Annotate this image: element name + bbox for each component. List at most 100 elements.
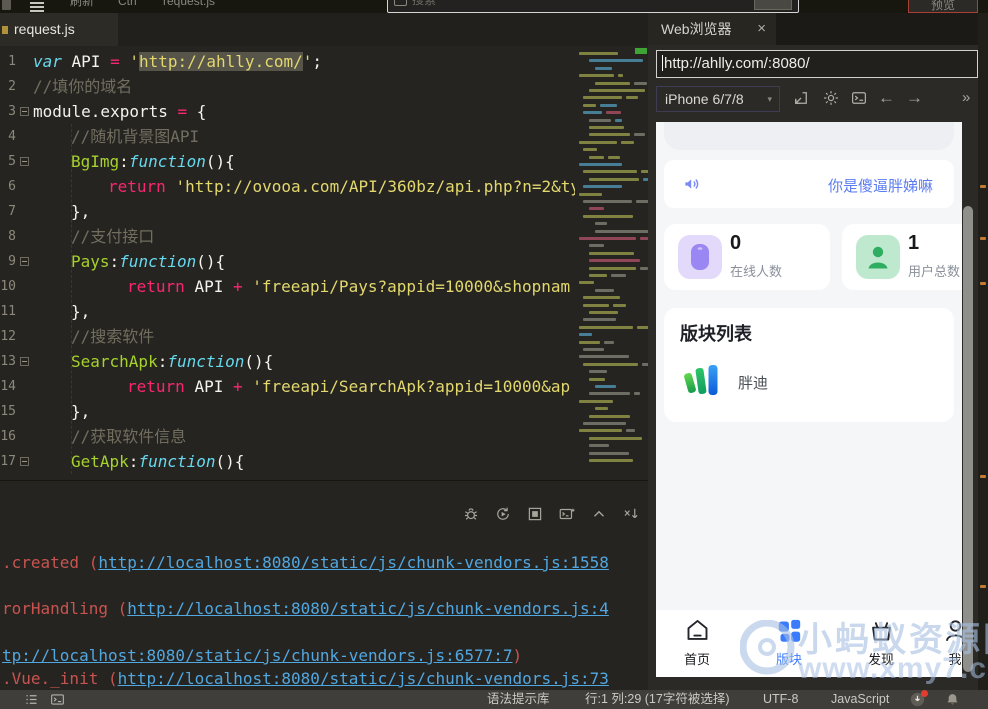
minimap[interactable] (575, 46, 648, 480)
update-download-icon[interactable] (910, 690, 928, 707)
fold-gutter[interactable] (16, 99, 33, 124)
fold-icon[interactable] (20, 257, 29, 266)
forward-arrow-icon[interactable]: → (906, 85, 923, 111)
minimap-bar (583, 318, 617, 322)
code-line[interactable]: 14 return API + 'freeapi/SearchApk?appid=… (0, 374, 575, 399)
code-line[interactable]: 8 //支付接口 (0, 224, 575, 249)
minimap-bar (625, 429, 635, 433)
collapse-panel-icon[interactable] (590, 505, 608, 523)
minimap-bar (579, 281, 594, 285)
toolbar-item[interactable]: Ctrl (118, 0, 137, 11)
more-tools-icon[interactable]: » (962, 85, 970, 111)
toolbar-item[interactable]: request.js (163, 0, 215, 11)
console-source-link[interactable]: http://localhost:8080/static/js/chunk-ve… (118, 669, 609, 688)
bell-icon[interactable] (945, 692, 960, 707)
code-line[interactable]: 10 return API + 'freeapi/Pays?appid=10000… (0, 274, 575, 299)
fold-gutter (16, 374, 33, 399)
settings-gear-icon[interactable] (822, 89, 840, 107)
code-line[interactable]: 5 BgImg:function(){ (0, 149, 575, 174)
fold-gutter (16, 424, 33, 449)
board-item[interactable]: 胖迪 (738, 372, 768, 393)
code-line[interactable]: 9 Pays:function(){ (0, 249, 575, 274)
command-search-input[interactable]: 搜索 (387, 0, 799, 13)
restart-icon[interactable] (494, 505, 512, 523)
stat-card-online[interactable]: 0 在线人数 (664, 224, 830, 290)
outline-list-icon[interactable] (24, 692, 39, 707)
minimap-bar (589, 133, 631, 137)
minimap-bar (579, 163, 623, 166)
code-lines: 1 var API = 'http://ahlly.com/'; 2 //填你的域名 3… (0, 49, 575, 474)
fold-icon[interactable] (20, 157, 29, 166)
fold-gutter[interactable] (16, 249, 33, 274)
line-number: 16 (0, 429, 16, 444)
fold-gutter[interactable] (16, 349, 33, 374)
toolbar-item[interactable]: 刷新 (70, 0, 94, 11)
run-button[interactable]: 预览 (908, 0, 978, 13)
clear-console-icon[interactable] (622, 505, 640, 523)
console-source-link[interactable]: http://localhost:8080/static/js/chunk-ve… (98, 553, 609, 572)
preview-scrollbar[interactable] (963, 206, 973, 672)
code-line[interactable]: 2 //填你的域名 (0, 74, 575, 99)
fold-gutter (16, 299, 33, 324)
minimap-bar (579, 192, 603, 196)
debug-bug-icon[interactable] (462, 505, 480, 523)
minimap-bar (583, 103, 597, 107)
devtools-console-icon[interactable] (850, 89, 868, 107)
minimap-bar (589, 177, 640, 181)
nav-item-home[interactable]: 首页 (662, 617, 732, 668)
back-arrow-icon[interactable]: ← (878, 85, 895, 111)
encoding[interactable]: UTF-8 (763, 690, 798, 709)
open-external-browser-icon[interactable] (792, 89, 810, 107)
nav-item-discover[interactable]: 发现 (846, 617, 916, 668)
code-line[interactable]: 4 //随机背景图API (0, 124, 575, 149)
code-text: module.exports = { (33, 102, 207, 121)
announcement-card[interactable]: 你是傻逼胖娣嘛 (664, 160, 954, 208)
fold-icon[interactable] (20, 107, 29, 116)
console-source-link[interactable]: tp://localhost:8080/static/js/chunk-vend… (2, 646, 513, 665)
code-line[interactable]: 16 //获取软件信息 (0, 424, 575, 449)
minimap-bar (583, 96, 623, 100)
url-input[interactable]: http://ahlly.com/:8080/ (656, 50, 978, 78)
code-line[interactable]: 13 SearchApk:function(){ (0, 349, 575, 374)
code-editor[interactable]: 1 var API = 'http://ahlly.com/'; 2 //填你的域名 3… (0, 46, 575, 480)
fold-icon[interactable] (20, 457, 29, 466)
minimap-bar (583, 303, 610, 307)
code-line[interactable]: 15}, (0, 399, 575, 424)
code-text: BgImg:function(){ (71, 152, 235, 171)
nav-item-boards[interactable]: 版块 (754, 617, 824, 668)
code-line[interactable]: 12 //搜索软件 (0, 324, 575, 349)
console-source-link[interactable]: http://localhost:8080/static/js/chunk-ve… (127, 599, 609, 618)
fold-icon[interactable] (20, 357, 29, 366)
web-browser-panel: Web浏览器 × http://ahlly.com/:8080/ iPhone … (648, 13, 988, 690)
terminal-icon[interactable] (50, 692, 65, 707)
tab-request-js[interactable]: request.js (0, 13, 118, 46)
device-select[interactable]: iPhone 6/7/8 ▾ (656, 86, 780, 112)
fold-gutter (16, 49, 33, 74)
nav-item-me[interactable]: 我 (920, 617, 962, 668)
minimap-bar (583, 214, 634, 218)
menu-icon[interactable] (30, 2, 44, 12)
stop-icon[interactable] (526, 505, 544, 523)
fold-gutter[interactable] (16, 449, 33, 474)
top-toolbar: 刷新 Ctrl request.js 搜索 预览 (0, 0, 988, 14)
fold-gutter[interactable] (16, 149, 33, 174)
tab-web-browser[interactable]: Web浏览器 × (648, 13, 776, 45)
board-list-title: 版块列表 (680, 324, 752, 344)
code-line[interactable]: 3 module.exports = { (0, 99, 575, 124)
minimap-bar (634, 133, 645, 137)
close-icon[interactable]: × (757, 13, 766, 45)
code-line[interactable]: 7}, (0, 199, 575, 224)
code-line[interactable]: 11}, (0, 299, 575, 324)
code-line[interactable]: 17 GetApk:function(){ (0, 449, 575, 474)
ide-window: 刷新 Ctrl request.js 搜索 预览 request.js 1 var… (0, 0, 988, 709)
cursor-position[interactable]: 行:1 列:29 (17字符被选择) (585, 690, 729, 709)
new-terminal-icon[interactable] (558, 505, 576, 523)
search-go-button[interactable] (754, 0, 792, 10)
syntax-hint-lib[interactable]: 语法提示库 (487, 690, 550, 709)
code-line[interactable]: 6 return 'http://ovooa.com/API/360bz/api.… (0, 174, 575, 199)
search-pill[interactable] (664, 122, 954, 150)
language-mode[interactable]: JavaScript (831, 690, 889, 709)
stat-card-users[interactable]: 1 用户总数 (842, 224, 962, 290)
minimap-bar (583, 200, 633, 203)
code-line[interactable]: 1 var API = 'http://ahlly.com/'; (0, 49, 575, 74)
